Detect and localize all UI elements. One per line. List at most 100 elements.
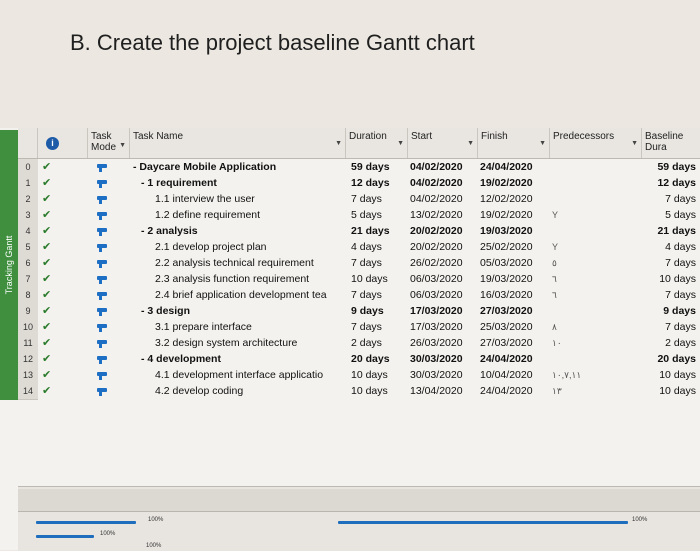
finish-cell[interactable]: 24/04/2020 (480, 383, 548, 399)
table-row[interactable]: 11 ✔ 3.2 design system architecture 2 days 2… (18, 335, 700, 352)
row-number[interactable]: 12 (18, 351, 38, 368)
predecessors-cell[interactable] (552, 223, 630, 239)
task-name-cell[interactable]: - 1 requirement (133, 175, 353, 191)
finish-cell[interactable]: 10/04/2020 (480, 367, 548, 383)
duration-cell[interactable]: 7 days (351, 191, 406, 207)
table-row[interactable]: 12 ✔ - 4 development 20 days 30/03/2020 24/04… (18, 351, 700, 368)
start-cell[interactable]: 13/04/2020 (410, 383, 475, 399)
row-number[interactable]: 5 (18, 239, 38, 256)
predecessors-cell[interactable]: ٥ (552, 255, 630, 271)
row-number[interactable]: 11 (18, 335, 38, 352)
duration-cell[interactable]: 7 days (351, 287, 406, 303)
finish-cell[interactable]: 24/04/2020 (480, 159, 548, 175)
finish-column-header[interactable]: Finish ▼ (478, 128, 550, 158)
duration-column-header[interactable]: Duration ▼ (346, 128, 408, 158)
table-row[interactable]: 2 ✔ 1.1 interview the user 7 days 04/02/2020… (18, 191, 700, 208)
row-number[interactable]: 13 (18, 367, 38, 384)
duration-cell[interactable]: 7 days (351, 255, 406, 271)
duration-cell[interactable]: 10 days (351, 383, 406, 399)
duration-cell[interactable]: 10 days (351, 271, 406, 287)
row-number[interactable]: 4 (18, 223, 38, 240)
row-number[interactable]: 1 (18, 175, 38, 192)
table-row[interactable]: 13 ✔ 4.1 development interface applicatio 1… (18, 367, 700, 384)
task-name-cell[interactable]: 1.1 interview the user (133, 191, 367, 207)
duration-cell[interactable]: 10 days (351, 367, 406, 383)
task-name-cell[interactable]: 4.1 development interface applicatio (133, 367, 367, 383)
duration-cell[interactable]: 21 days (351, 223, 406, 239)
row-number[interactable]: 7 (18, 271, 38, 288)
duration-cell[interactable]: 2 days (351, 335, 406, 351)
start-cell[interactable]: 26/03/2020 (410, 335, 475, 351)
gantt-bar[interactable] (338, 521, 628, 524)
row-number[interactable]: 8 (18, 287, 38, 304)
chevron-down-icon[interactable]: ▼ (539, 140, 546, 147)
duration-cell[interactable]: 5 days (351, 207, 406, 223)
start-cell[interactable]: 13/02/2020 (410, 207, 475, 223)
predecessors-column-header[interactable]: Predecessors ▼ (550, 128, 642, 158)
gantt-timeline-pane[interactable]: 100% 100% 100% 100% (18, 486, 700, 551)
baseline-duration-cell[interactable]: 10 days (650, 383, 700, 399)
predecessors-cell[interactable]: ٦ (552, 271, 630, 287)
baseline-duration-cell[interactable]: 10 days (650, 271, 700, 287)
finish-cell[interactable]: 19/03/2020 (480, 223, 548, 239)
predecessors-cell[interactable]: ١٠,٧,١١ (552, 367, 630, 383)
baseline-duration-cell[interactable]: 7 days (650, 319, 700, 335)
baseline-duration-cell[interactable]: 4 days (650, 239, 700, 255)
predecessors-cell[interactable] (552, 351, 630, 367)
predecessors-cell[interactable]: ١٣ (552, 383, 630, 399)
table-row[interactable]: 7 ✔ 2.3 analysis function requirement 10 da… (18, 271, 700, 288)
duration-cell[interactable]: 59 days (351, 159, 406, 175)
predecessors-cell[interactable] (552, 303, 630, 319)
task-name-cell[interactable]: 2.4 brief application development tea (133, 287, 367, 303)
gantt-bar[interactable] (36, 535, 94, 538)
chevron-down-icon[interactable]: ▼ (397, 140, 404, 147)
finish-cell[interactable]: 19/03/2020 (480, 271, 548, 287)
table-row[interactable]: 5 ✔ 2.1 develop project plan 4 days 20/02/20… (18, 239, 700, 256)
task-name-cell[interactable]: 2.2 analysis technical requirement (133, 255, 367, 271)
baseline-duration-cell[interactable]: 7 days (650, 255, 700, 271)
predecessors-cell[interactable]: Y (552, 239, 630, 255)
select-all-cell[interactable] (18, 128, 38, 158)
task-name-cell[interactable]: 1.2 define requirement (133, 207, 367, 223)
predecessors-cell[interactable] (552, 191, 630, 207)
start-cell[interactable]: 06/03/2020 (410, 287, 475, 303)
table-row[interactable]: 10 ✔ 3.1 prepare interface 7 days 17/03/2020… (18, 319, 700, 336)
start-cell[interactable]: 20/02/2020 (410, 239, 475, 255)
start-cell[interactable]: 30/03/2020 (410, 367, 475, 383)
predecessors-cell[interactable]: Y (552, 207, 630, 223)
task-name-cell[interactable]: - Daycare Mobile Application (133, 159, 345, 175)
row-number[interactable]: 10 (18, 319, 38, 336)
table-row[interactable]: 4 ✔ - 2 analysis 21 days 20/02/2020 19/03/202… (18, 223, 700, 240)
gantt-bar[interactable] (36, 521, 136, 524)
start-cell[interactable]: 20/02/2020 (410, 223, 475, 239)
task-name-cell[interactable]: 3.1 prepare interface (133, 319, 367, 335)
task-name-cell[interactable]: 4.2 develop coding (133, 383, 367, 399)
baseline-duration-cell[interactable]: 7 days (650, 287, 700, 303)
task-name-cell[interactable]: - 4 development (133, 351, 353, 367)
task-name-cell[interactable]: - 2 analysis (133, 223, 353, 239)
duration-cell[interactable]: 7 days (351, 319, 406, 335)
finish-cell[interactable]: 27/03/2020 (480, 303, 548, 319)
baseline-duration-cell[interactable]: 2 days (650, 335, 700, 351)
row-number[interactable]: 9 (18, 303, 38, 320)
chevron-down-icon[interactable]: ▼ (335, 140, 342, 147)
chevron-down-icon[interactable]: ▼ (119, 140, 126, 151)
baseline-duration-cell[interactable]: 7 days (650, 191, 700, 207)
baseline-duration-cell[interactable]: 5 days (650, 207, 700, 223)
finish-cell[interactable]: 25/03/2020 (480, 319, 548, 335)
table-row[interactable]: 3 ✔ 1.2 define requirement 5 days 13/02/2020… (18, 207, 700, 224)
chevron-down-icon[interactable]: ▼ (467, 140, 474, 147)
table-row[interactable]: 9 ✔ - 3 design 9 days 17/03/2020 27/03/2020 9 … (18, 303, 700, 320)
predecessors-cell[interactable]: ٨ (552, 319, 630, 335)
task-name-column-header[interactable]: Task Name ▼ (130, 128, 346, 158)
start-column-header[interactable]: Start ▼ (408, 128, 478, 158)
baseline-duration-cell[interactable]: 21 days (650, 223, 700, 239)
duration-cell[interactable]: 9 days (351, 303, 406, 319)
finish-cell[interactable]: 12/02/2020 (480, 191, 548, 207)
start-cell[interactable]: 17/03/2020 (410, 319, 475, 335)
predecessors-cell[interactable]: ٦ (552, 287, 630, 303)
duration-cell[interactable]: 12 days (351, 175, 406, 191)
table-row[interactable]: 6 ✔ 2.2 analysis technical requirement 7 da… (18, 255, 700, 272)
task-name-cell[interactable]: 2.1 develop project plan (133, 239, 367, 255)
baseline-duration-cell[interactable]: 59 days (650, 159, 700, 175)
